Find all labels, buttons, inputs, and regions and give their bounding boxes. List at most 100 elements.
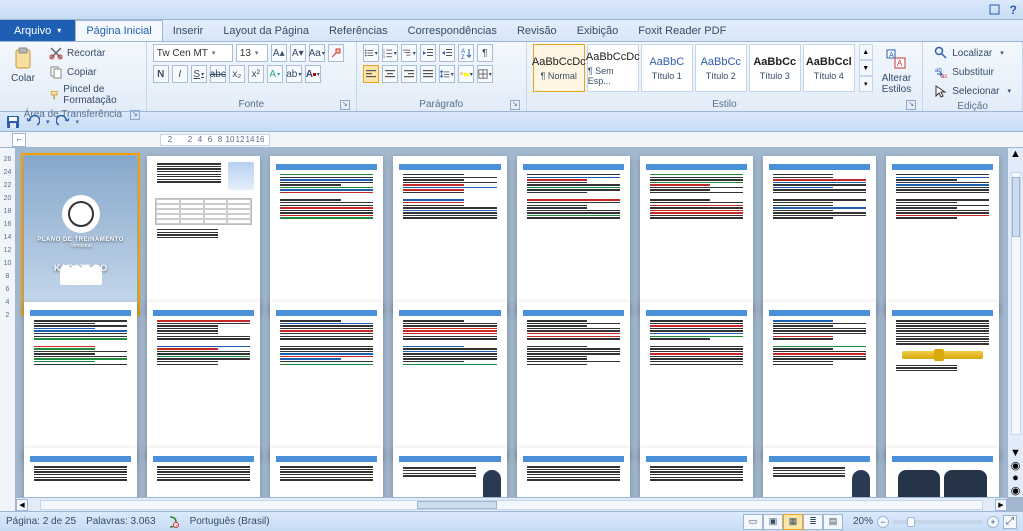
find-button[interactable]: Localizar▾: [929, 44, 1009, 62]
page-thumb[interactable]: [640, 302, 753, 459]
zoom-knob[interactable]: [907, 517, 915, 527]
copy-button[interactable]: Copiar: [44, 63, 140, 81]
page-thumb-cover[interactable]: PLANO DE TREINAMENTOTrimestralKARATE-DO: [24, 156, 137, 313]
horizontal-scrollbar[interactable]: ◀ ▶: [16, 497, 1007, 511]
page-thumb[interactable]: [763, 156, 876, 313]
zoom-level[interactable]: 20%: [853, 516, 873, 527]
bullets-button[interactable]: [363, 44, 379, 62]
highlight-button[interactable]: ab: [286, 65, 302, 83]
tab-foxit[interactable]: Foxit Reader PDF: [628, 20, 736, 41]
align-left-button[interactable]: [363, 65, 379, 83]
page-thumb[interactable]: [517, 302, 630, 459]
view-reading[interactable]: ▣: [763, 514, 783, 530]
shading-button[interactable]: [458, 65, 474, 83]
page-thumb[interactable]: [763, 302, 876, 459]
style-item[interactable]: AaBbCclTítulo 4: [803, 44, 855, 92]
status-page[interactable]: Página: 2 de 25: [6, 516, 76, 527]
prev-page-button[interactable]: ◉: [1011, 459, 1021, 472]
tab-page-layout[interactable]: Layout da Página: [213, 20, 319, 41]
zoom-slider[interactable]: [893, 520, 983, 524]
browse-object-button[interactable]: ●: [1012, 472, 1019, 484]
tab-insert[interactable]: Inserir: [163, 20, 214, 41]
scroll-up-button[interactable]: ▲: [1010, 148, 1021, 160]
tab-mailings[interactable]: Correspondências: [398, 20, 507, 41]
page-thumb[interactable]: [147, 448, 260, 503]
gallery-more-button[interactable]: ▾: [859, 76, 873, 92]
page-thumb[interactable]: [517, 156, 630, 313]
font-size-combo[interactable]: 13▾: [236, 44, 268, 62]
view-web[interactable]: ▦: [783, 514, 803, 530]
change-case-button[interactable]: Aa: [309, 44, 325, 62]
sort-button[interactable]: AZ: [458, 44, 474, 62]
gallery-up-button[interactable]: ▲: [859, 44, 873, 60]
page-thumb[interactable]: [517, 448, 630, 503]
scroll-right-button[interactable]: ▶: [995, 499, 1007, 511]
page-thumb[interactable]: [393, 156, 506, 313]
tab-view[interactable]: Exibição: [567, 20, 629, 41]
vertical-ruler[interactable]: 2624222018161412108642: [0, 148, 16, 511]
view-draft[interactable]: ▤: [823, 514, 843, 530]
next-page-button[interactable]: ◉: [1011, 484, 1021, 497]
help-button[interactable]: ?: [1010, 3, 1017, 17]
paragraph-launcher[interactable]: ↘: [510, 100, 520, 110]
style-item[interactable]: AaBbCcTítulo 3: [749, 44, 801, 92]
style-item[interactable]: AaBbCcTítulo 2: [695, 44, 747, 92]
select-button[interactable]: Selecionar▾: [929, 82, 1016, 100]
view-outline[interactable]: ≣: [803, 514, 823, 530]
align-center-button[interactable]: [382, 65, 398, 83]
page-thumb[interactable]: [886, 302, 999, 459]
vscroll-thumb[interactable]: [1012, 177, 1020, 237]
justify-button[interactable]: [420, 65, 436, 83]
style-item[interactable]: AaBbCcDc¶ Normal: [533, 44, 585, 92]
page-thumb[interactable]: [270, 448, 383, 503]
zoom-expand-icon[interactable]: ⤢: [1003, 515, 1017, 529]
format-painter-button[interactable]: Pincel de Formatação: [44, 82, 140, 108]
line-spacing-button[interactable]: [439, 65, 455, 83]
change-styles-button[interactable]: AA Alterar Estilos: [877, 44, 916, 98]
numbering-button[interactable]: 123: [382, 44, 398, 62]
scroll-down-button[interactable]: ▼: [1010, 447, 1021, 459]
superscript-button[interactable]: x²: [248, 65, 264, 83]
align-right-button[interactable]: [401, 65, 417, 83]
styles-launcher[interactable]: ↘: [906, 100, 916, 110]
replace-button[interactable]: abacSubstituir: [929, 63, 999, 81]
page-thumb[interactable]: [886, 156, 999, 313]
strike-button[interactable]: abc: [210, 65, 226, 83]
italic-button[interactable]: I: [172, 65, 188, 83]
decrease-indent-button[interactable]: [420, 44, 436, 62]
zoom-in-button[interactable]: +: [987, 516, 999, 528]
font-name-combo[interactable]: Tw Cen MT▾: [153, 44, 233, 62]
multilevel-button[interactable]: [401, 44, 417, 62]
page-thumb[interactable]: [24, 448, 137, 503]
page-thumbnails[interactable]: PLANO DE TREINAMENTOTrimestralKARATE-DO: [0, 148, 1023, 511]
horizontal-ruler[interactable]: ⌐ 2246810121416: [0, 132, 1023, 148]
hscroll-thumb[interactable]: [417, 501, 497, 509]
page-thumb[interactable]: [886, 448, 999, 503]
status-words[interactable]: Palavras: 3.063: [86, 516, 156, 527]
page-thumb[interactable]: [270, 302, 383, 459]
tab-review[interactable]: Revisão: [507, 20, 567, 41]
status-language[interactable]: Português (Brasil): [190, 516, 270, 527]
scroll-left-button[interactable]: ◀: [16, 499, 28, 511]
tab-home[interactable]: Página Inicial: [75, 20, 162, 41]
page-thumb[interactable]: [393, 448, 506, 503]
grow-font-button[interactable]: A▴: [271, 44, 287, 62]
page-thumb[interactable]: [640, 156, 753, 313]
page-thumb[interactable]: [270, 156, 383, 313]
shrink-font-button[interactable]: A▾: [290, 44, 306, 62]
show-marks-button[interactable]: ¶: [477, 44, 493, 62]
page-thumb[interactable]: [147, 302, 260, 459]
page-thumb[interactable]: [393, 302, 506, 459]
page-thumb[interactable]: [147, 156, 260, 313]
font-launcher[interactable]: ↘: [340, 100, 350, 110]
text-effects-button[interactable]: A: [267, 65, 283, 83]
style-item[interactable]: AaBbCcDc¶ Sem Esp...: [587, 44, 639, 92]
cut-button[interactable]: Recortar: [44, 44, 140, 62]
restore-icon[interactable]: [988, 3, 1002, 17]
increase-indent-button[interactable]: [439, 44, 455, 62]
subscript-button[interactable]: x₂: [229, 65, 245, 83]
bold-button[interactable]: N: [153, 65, 169, 83]
gallery-down-button[interactable]: ▼: [859, 60, 873, 76]
page-thumb[interactable]: [640, 448, 753, 503]
underline-button[interactable]: S: [191, 65, 207, 83]
